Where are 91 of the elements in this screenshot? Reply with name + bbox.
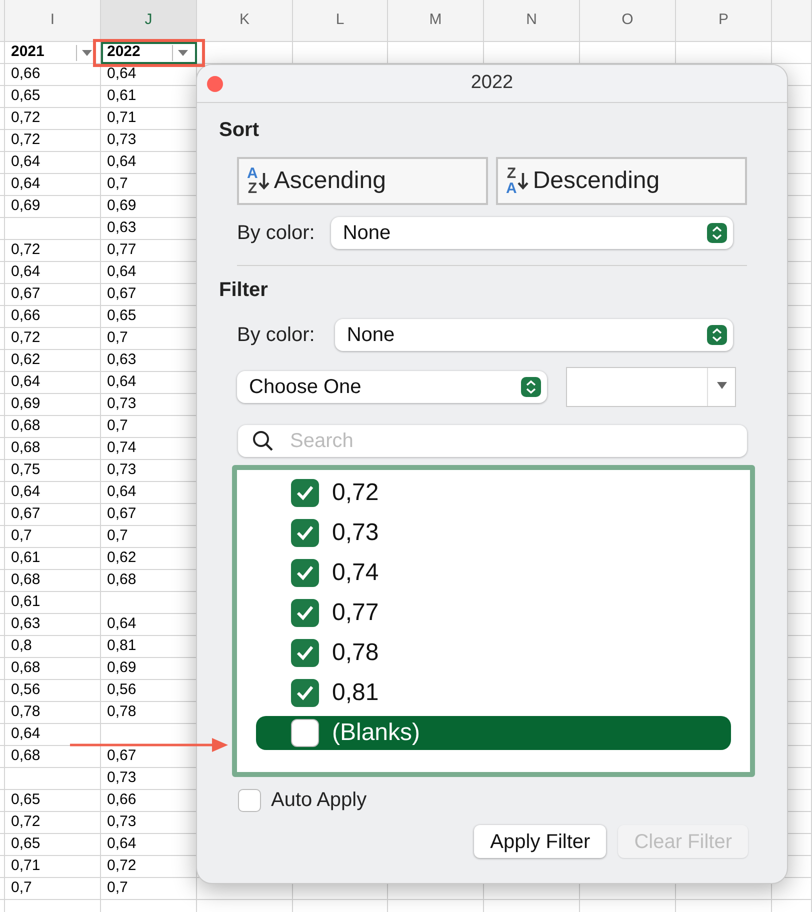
table-cell: 0,72	[5, 130, 101, 152]
checkbox[interactable]	[291, 679, 319, 707]
search-icon	[252, 430, 274, 452]
table-cell: 0,68	[5, 438, 101, 460]
checkbox[interactable]	[291, 559, 319, 587]
table-cell: 0,72	[5, 108, 101, 130]
table-cell: 0,68	[5, 416, 101, 438]
table-cell: 0,71	[5, 856, 101, 878]
caret-icon	[82, 50, 92, 56]
close-button[interactable]	[207, 76, 223, 92]
check-icon	[296, 525, 314, 541]
sort-button[interactable]: A Z Ascending	[237, 157, 488, 205]
table-cell: 0,62	[5, 350, 101, 372]
table-cell: 0,69	[5, 394, 101, 416]
color-select[interactable]: None	[330, 217, 733, 249]
table-cell: 0,61	[5, 592, 101, 614]
filter-value-item[interactable]: 0,72	[256, 476, 731, 510]
filter-value-item[interactable]: (Blanks)	[256, 716, 731, 750]
table-cell: 0,7	[101, 878, 197, 900]
table-cell: 0,64	[5, 482, 101, 504]
table-cell: 0,64	[5, 724, 101, 746]
checkbox[interactable]	[291, 719, 319, 747]
field-label: By color:	[237, 323, 315, 348]
table-cell: 0,72	[5, 328, 101, 350]
table-cell: 0,68	[5, 658, 101, 680]
checkbox[interactable]	[238, 788, 261, 812]
table-cell: 0,68	[5, 570, 101, 592]
table-cell: 0,65	[5, 834, 101, 856]
caret-icon	[716, 382, 726, 389]
checkbox[interactable]	[291, 639, 319, 667]
caret-icon	[178, 50, 188, 56]
filter-value-item[interactable]: 0,78	[256, 636, 731, 670]
table-cell: 0,69	[5, 196, 101, 218]
table-cell: 0,64	[5, 372, 101, 394]
check-icon	[296, 605, 314, 621]
column-header[interactable]: J	[101, 0, 197, 42]
column-header[interactable]: L	[293, 0, 388, 42]
filter-value-item[interactable]: 0,74	[256, 556, 731, 590]
sort-button[interactable]: Z A Descending	[496, 157, 747, 205]
column-header[interactable]: P	[676, 0, 772, 42]
check-icon	[296, 685, 314, 701]
table-cell: 0,64	[5, 262, 101, 284]
table-cell: 0,65	[5, 790, 101, 812]
check-icon	[296, 565, 314, 581]
column-header	[772, 0, 812, 42]
table-cell: 0,61	[5, 548, 101, 570]
header-cell[interactable]: 2022	[101, 42, 197, 64]
checkbox[interactable]	[291, 479, 319, 507]
filter-value-item[interactable]: 0,73	[256, 516, 731, 550]
table-cell: 0,63	[5, 614, 101, 636]
column-header[interactable]: I	[5, 0, 101, 42]
table-cell: 0,67	[5, 504, 101, 526]
table-cell: 0,7	[5, 878, 101, 900]
table-cell: 0,56	[5, 680, 101, 702]
table-cell: 0,72	[5, 812, 101, 834]
table-cell: 0,72	[5, 240, 101, 262]
column-header[interactable]: N	[484, 0, 580, 42]
table-cell: 0,68	[5, 746, 101, 768]
table-cell: 0,64	[5, 152, 101, 174]
table-cell: 0,66	[5, 306, 101, 328]
filter-button[interactable]: Apply Filter	[474, 825, 606, 858]
table-cell: 0,78	[5, 702, 101, 724]
checkbox-label: Auto Apply	[271, 788, 367, 813]
table-cell: 0,65	[5, 86, 101, 108]
column-header	[0, 0, 5, 42]
section-heading: Filter	[219, 278, 269, 303]
header-cell[interactable]: 2021	[5, 42, 101, 64]
stepper-icon	[706, 325, 727, 345]
column-header[interactable]: M	[388, 0, 484, 42]
check-icon	[296, 645, 314, 661]
search-field[interactable]: Search	[238, 425, 747, 457]
checkbox[interactable]	[291, 599, 319, 627]
table-cell: 0,67	[5, 284, 101, 306]
section-heading: Sort	[219, 118, 260, 143]
column-header[interactable]: O	[580, 0, 676, 42]
color-select[interactable]: None	[334, 319, 733, 351]
checkbox[interactable]	[291, 519, 319, 547]
condition-select[interactable]: Choose One	[237, 371, 547, 403]
table-cell: 0,7	[5, 526, 101, 548]
table-cell: 0,75	[5, 460, 101, 482]
table-cell: 0,66	[5, 64, 101, 86]
stepper-icon	[521, 377, 541, 397]
table-cell: 0,8	[5, 636, 101, 658]
filter-value-item[interactable]: 0,81	[256, 676, 731, 710]
check-icon	[296, 485, 314, 501]
filter-value-item[interactable]: 0,77	[256, 596, 731, 630]
field-label: By color:	[237, 221, 315, 246]
column-header[interactable]: K	[197, 0, 293, 42]
stepper-icon	[706, 223, 727, 243]
table-cell: 0,64	[5, 174, 101, 196]
window-title: 2022	[470, 71, 514, 96]
